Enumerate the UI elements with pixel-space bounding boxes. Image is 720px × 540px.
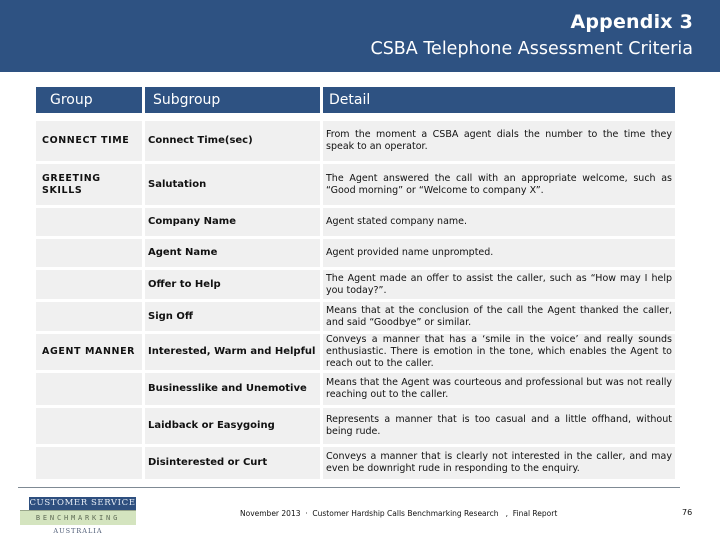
group-cell: AGENT MANNER [36,334,142,370]
subgroup-cell: Disinterested or Curt [145,447,320,479]
logo-line-3: AUSTRALIA [53,527,103,535]
detail-cell: Represents a manner that is too casual a… [323,408,675,444]
subgroup-cell: Agent Name [145,239,320,267]
group-cell [36,447,142,479]
detail-cell: Means that the Agent was courteous and p… [323,373,675,405]
company-logo: CUSTOMER SERVICE BENCHMARKING AUSTRALIA [20,496,136,536]
criteria-table: Group Subgroup Detail CONNECT TIME Conne… [33,84,678,482]
group-cell [36,208,142,236]
table-row: Disinterested or Curt Conveys a manner t… [36,447,675,479]
table-row: Company Name Agent stated company name. [36,208,675,236]
detail-cell: Agent provided name unprompted. [323,239,675,267]
table-row: GREETING SKILLS Salutation The Agent ans… [36,164,675,205]
column-header-detail: Detail [323,87,675,113]
subgroup-cell: Offer to Help [145,270,320,299]
group-cell [36,302,142,331]
header-spacer [36,116,675,118]
subgroup-cell: Interested, Warm and Helpful [145,334,320,370]
detail-cell: Conveys a manner that is clearly not int… [323,447,675,479]
subgroup-cell: Connect Time(sec) [145,121,320,161]
group-cell [36,373,142,405]
logo-line-1: CUSTOMER SERVICE [29,497,136,510]
subgroup-cell: Sign Off [145,302,320,331]
detail-cell: From the moment a CSBA agent dials the n… [323,121,675,161]
page-number: 76 [682,508,693,517]
page-subtitle: CSBA Telephone Assessment Criteria [370,39,693,59]
column-header-group: Group [36,87,142,113]
table-row: AGENT MANNER Interested, Warm and Helpfu… [36,334,675,370]
logo-line-2: BENCHMARKING [20,510,136,525]
detail-cell: The Agent made an offer to assist the ca… [323,270,675,299]
footer-text: November 2013 · Customer Hardship Calls … [240,509,558,518]
table-body: CONNECT TIME Connect Time(sec) From the … [36,121,675,479]
subgroup-cell: Salutation [145,164,320,205]
subgroup-cell: Laidback or Easygoing [145,408,320,444]
group-cell: GREETING SKILLS [36,164,142,205]
group-cell [36,239,142,267]
table-header-row: Group Subgroup Detail [36,87,675,113]
table-row: Laidback or Easygoing Represents a manne… [36,408,675,444]
table-row: Agent Name Agent provided name unprompte… [36,239,675,267]
group-cell [36,270,142,299]
detail-cell: Conveys a manner that has a ‘smile in th… [323,334,675,370]
detail-cell: Means that at the conclusion of the call… [323,302,675,331]
detail-cell: Agent stated company name. [323,208,675,236]
group-cell [36,408,142,444]
column-header-subgroup: Subgroup [145,87,320,113]
table-row: Businesslike and Unemotive Means that th… [36,373,675,405]
table-row: CONNECT TIME Connect Time(sec) From the … [36,121,675,161]
table-row: Offer to Help The Agent made an offer to… [36,270,675,299]
title-banner: Appendix 3 CSBA Telephone Assessment Cri… [0,0,720,72]
group-cell: CONNECT TIME [36,121,142,161]
footer-divider [18,487,680,488]
subgroup-cell: Company Name [145,208,320,236]
detail-cell: The Agent answered the call with an appr… [323,164,675,205]
subgroup-cell: Businesslike and Unemotive [145,373,320,405]
table-row: Sign Off Means that at the conclusion of… [36,302,675,331]
page-title: Appendix 3 [570,11,693,33]
